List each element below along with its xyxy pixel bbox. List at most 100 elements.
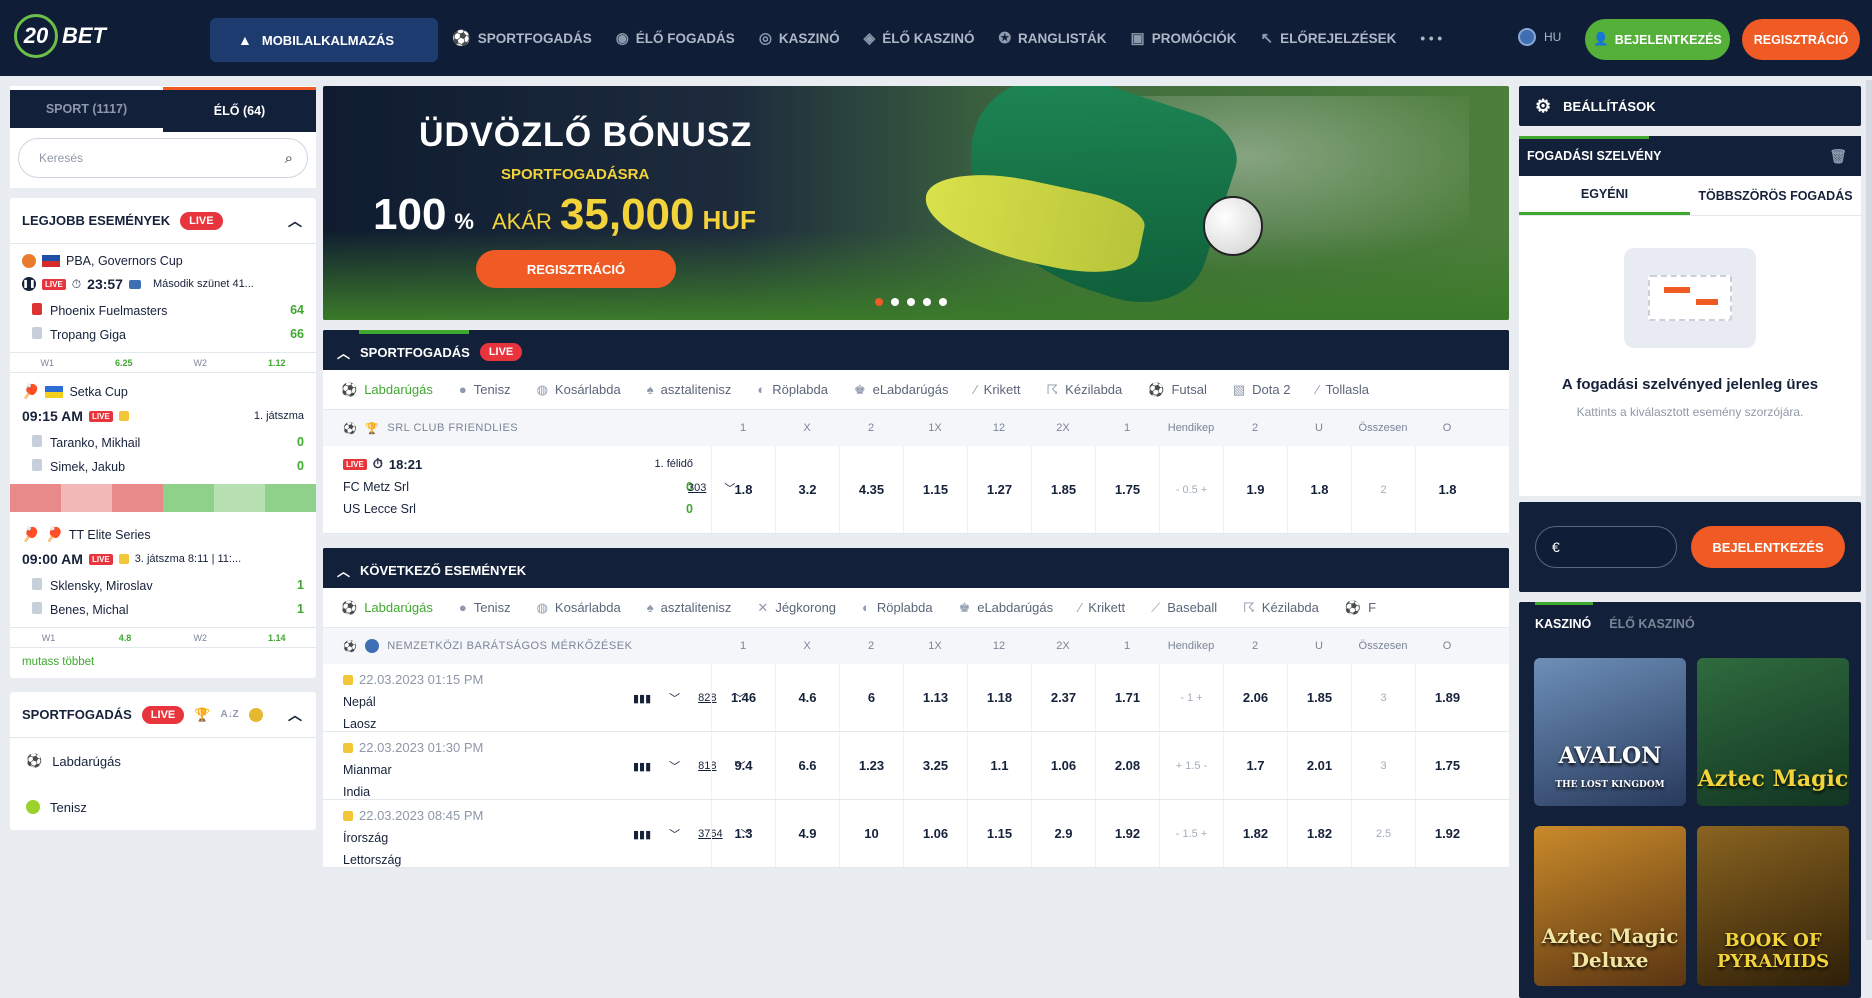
odds-cell[interactable]: 1.82 — [1223, 800, 1287, 867]
register-button[interactable]: REGISZTRÁCIÓ — [1742, 19, 1860, 60]
carousel-dot[interactable] — [923, 298, 931, 306]
nav-promociok[interactable]: ▣ PROMÓCIÓK — [1131, 29, 1237, 47]
tab-sport[interactable]: SPORT (1117) — [10, 90, 163, 128]
odds-cell[interactable]: 1.27 — [967, 446, 1031, 533]
odds-cell[interactable]: 2.37 — [1031, 664, 1095, 731]
tab-dota2[interactable]: ▧ Dota 2 — [1233, 382, 1291, 398]
tab-krikett[interactable]: ⁄ Krikett — [975, 382, 1021, 397]
match-row[interactable]: LIVE ⏱ 18:21 1. félidő FC Metz Srl 0 US Lec… — [323, 446, 1509, 534]
tab-labdarugas[interactable]: ⚽ Labdarúgás — [341, 382, 433, 398]
tab-kezilabda[interactable]: ☈ Kézilabda — [1047, 382, 1123, 398]
tab-krikett[interactable]: ⁄ Krikett — [1079, 600, 1125, 615]
tab-multiple[interactable]: TÖBBSZÖRÖS FOGADÁS — [1690, 176, 1861, 215]
odds-cell[interactable]: 1.75 — [1095, 446, 1159, 533]
odds-cell[interactable]: 9.4 — [711, 732, 775, 799]
match-row[interactable]: 22.03.2023 01:15 PM Nepál Laosz ▮▮▮ ﹀ 82… — [323, 664, 1509, 732]
chevron-down-icon[interactable]: ﹀ — [669, 758, 680, 774]
nav-more-button[interactable]: • • • — [1420, 31, 1442, 46]
show-more-link[interactable]: mutass többet — [10, 647, 316, 678]
odds-w1[interactable]: W1 4.8 — [10, 633, 163, 643]
event-card[interactable]: 🏓 Setka Cup 09:15 AM LIVE 1. játszma Tara… — [10, 372, 316, 512]
odds-cell[interactable]: 1.89 — [1415, 664, 1479, 731]
odds-cell[interactable]: 1.8 — [1415, 446, 1479, 533]
stats-icon[interactable]: ▮▮▮ — [633, 760, 651, 773]
odds-cell[interactable]: 1.85 — [1031, 446, 1095, 533]
search-input[interactable]: Keresés ⌕ — [18, 138, 308, 178]
nav-elorejelzesek[interactable]: ↖ ELŐREJELZÉSEK — [1261, 29, 1397, 47]
slip-login-button[interactable]: BEJELENTKEZÉS — [1691, 526, 1845, 568]
tab-asztalitenisz[interactable]: ♠ asztalitenisz — [647, 600, 732, 615]
markets-count-link[interactable]: 303 — [688, 482, 706, 494]
stake-input[interactable]: € — [1535, 526, 1677, 568]
odds-cell[interactable]: 4.35 — [839, 446, 903, 533]
odds-w2[interactable]: W2 1.12 — [163, 358, 316, 368]
game-tile-aztec-magic[interactable]: Aztec Magic — [1697, 658, 1849, 806]
carousel-dot[interactable] — [891, 298, 899, 306]
tab-kosarlabda[interactable]: ◍ Kosárlabda — [537, 382, 621, 398]
tab-elabdarugas[interactable]: ♚ eLabdarúgás — [959, 600, 1054, 616]
odds-cell[interactable]: 2.9 — [1031, 800, 1095, 867]
odds-cell[interactable]: 1.92 — [1415, 800, 1479, 867]
trophy-icon[interactable]: 🏆 — [194, 707, 210, 723]
odds-cell[interactable]: 1.3 — [711, 800, 775, 867]
tab-asztalitenisz[interactable]: ♠ asztalitenisz — [647, 382, 732, 397]
odds-cell[interactable]: 3.25 — [903, 732, 967, 799]
live-betting-header[interactable]: ︿ SPORTFOGADÁS LIVE — [323, 330, 1509, 370]
event-card[interactable]: 🏓 🏓 TT Elite Series 09:00 AM LIVE 3. játs… — [10, 512, 316, 627]
tab-kosarlabda[interactable]: ◍ Kosárlabda — [537, 600, 621, 616]
stats-icon[interactable]: ▮▮▮ — [633, 692, 651, 705]
odds-cell[interactable]: 4.9 — [775, 800, 839, 867]
tab-roplabda[interactable]: ◐ Röplabda — [862, 600, 933, 615]
match-row[interactable]: 22.03.2023 01:30 PM Mianmar India ▮▮▮ ﹀ … — [323, 732, 1509, 800]
league-row[interactable]: ⚽ 🏆 SRL CLUB FRIENDLIES 1 X 2 1X 12 2X 1 Hendik… — [323, 410, 1509, 446]
odds-cell[interactable]: 2.01 — [1287, 732, 1351, 799]
tab-live[interactable]: ÉLŐ (64) — [163, 87, 316, 132]
logo[interactable]: 20 BET — [14, 14, 106, 58]
tab-elabdarugas[interactable]: ♚ eLabdarúgás — [854, 382, 949, 398]
trash-icon[interactable]: 🗑 — [1829, 148, 1847, 165]
odds-w2[interactable]: W2 1.14 — [163, 633, 316, 643]
nav-elo-fogadas[interactable]: ◉ ÉLŐ FOGADÁS — [616, 29, 735, 47]
carousel-dot[interactable] — [907, 298, 915, 306]
chevron-up-icon[interactable]: ︿ — [337, 343, 350, 362]
carousel-dot[interactable] — [939, 298, 947, 306]
odds-cell[interactable]: 1.15 — [903, 446, 967, 533]
sport-item-tenisz[interactable]: Tenisz — [10, 784, 316, 830]
league-row[interactable]: ⚽ NEMZETKÖZI BARÁTSÁGOS MÉRKŐZÉSEK 1 X 2 1X… — [323, 628, 1509, 664]
odds-w1[interactable]: W1 6.25 — [10, 358, 163, 368]
banner-register-button[interactable]: REGISZTRÁCIÓ — [476, 250, 676, 288]
game-tile-book-of-pyramids[interactable]: BOOK OF PYRAMIDS — [1697, 826, 1849, 986]
odds-cell[interactable]: 1.71 — [1095, 664, 1159, 731]
odds-cell[interactable]: 1.7 — [1223, 732, 1287, 799]
tab-live-casino[interactable]: ÉLŐ KASZINÓ — [1609, 617, 1694, 631]
login-button[interactable]: 👤 BEJELENTKEZÉS — [1585, 19, 1730, 60]
tab-futsal[interactable]: ⚽ F — [1345, 600, 1376, 616]
game-tile-aztec-magic-deluxe[interactable]: Aztec Magic Deluxe — [1534, 826, 1686, 986]
tab-labdarugas[interactable]: ⚽ Labdarúgás — [341, 600, 433, 616]
odds-cell[interactable]: 1.8 — [711, 446, 775, 533]
chevron-up-icon[interactable]: ︿ — [288, 211, 302, 231]
globe-icon[interactable] — [248, 707, 263, 722]
match-row[interactable]: 22.03.2023 08:45 PM Írország Lettország … — [323, 800, 1509, 868]
odds-cell[interactable]: 1.46 — [711, 664, 775, 731]
upcoming-events-header[interactable]: ︿ KÖVETKEZŐ ESEMÉNYEK — [323, 548, 1509, 588]
game-tile-avalon[interactable]: AVALON THE LOST KINGDOM — [1534, 658, 1686, 806]
search-icon[interactable]: ⌕ — [285, 150, 293, 167]
odds-cell[interactable]: 1.75 — [1415, 732, 1479, 799]
odds-cell[interactable]: 1.82 — [1287, 800, 1351, 867]
settings-button[interactable]: ⚙ BEÁLLÍTÁSOK — [1519, 86, 1861, 126]
tab-tenisz[interactable]: ● Tenisz — [459, 600, 511, 615]
odds-cell[interactable]: 1.9 — [1223, 446, 1287, 533]
odds-cell[interactable]: 1.18 — [967, 664, 1031, 731]
nav-kaszino[interactable]: ◎ KASZINÓ — [759, 29, 840, 47]
odds-cell[interactable]: 1.8 — [1287, 446, 1351, 533]
chevron-up-icon[interactable]: ︿ — [337, 561, 350, 580]
chevron-up-icon[interactable]: ︿ — [288, 705, 302, 725]
odds-cell[interactable]: 10 — [839, 800, 903, 867]
carousel-dot[interactable] — [875, 298, 883, 306]
nav-elo-kaszino[interactable]: ◈ ÉLŐ KASZINÓ — [864, 29, 975, 47]
sort-az-icon[interactable]: A↓Z — [220, 709, 238, 720]
sportfogadas-header[interactable]: SPORTFOGADÁS LIVE 🏆 A↓Z ︿ — [10, 692, 316, 738]
tab-kezilabda[interactable]: ☈ Kézilabda — [1243, 600, 1319, 616]
odds-cell[interactable]: 1.92 — [1095, 800, 1159, 867]
